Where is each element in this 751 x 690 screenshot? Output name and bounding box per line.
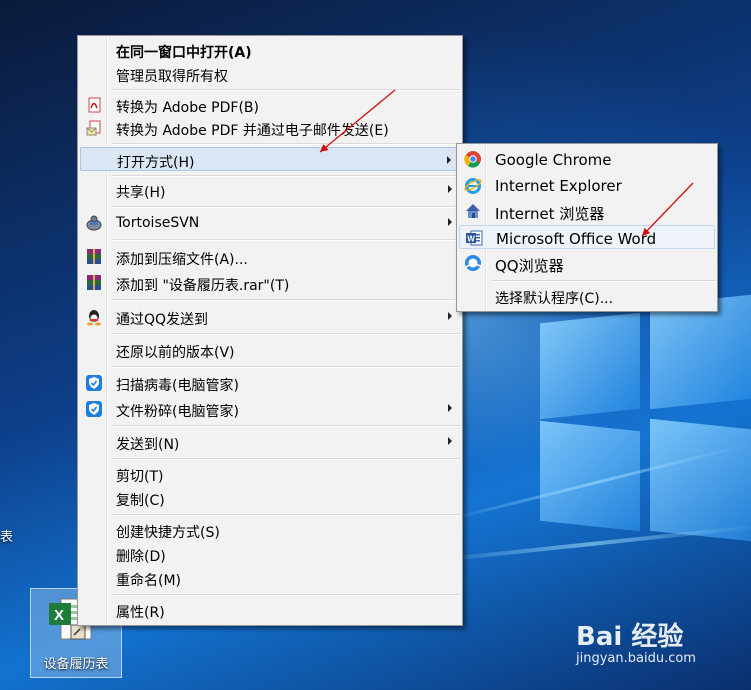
- pdf-icon: [88, 97, 101, 113]
- guard-icon: [86, 401, 102, 417]
- submenu-item-label: Internet Explorer: [495, 177, 622, 195]
- menu-item-file-shredder[interactable]: 文件粉碎(电脑管家): [80, 398, 460, 420]
- windows-logo-pane: [650, 418, 751, 542]
- ie-icon: [464, 178, 482, 194]
- menu-item-label: 文件粉碎(电脑管家): [116, 404, 239, 420]
- menu-item-label: 复制(C): [116, 493, 165, 509]
- guard-icon: [86, 375, 102, 391]
- menu-item-open-same-window[interactable]: 在同一窗口中打开(A): [80, 39, 460, 61]
- menu-separator: [112, 594, 460, 596]
- menu-item-label: 共享(H): [116, 185, 166, 201]
- submenu-item-qq-browser[interactable]: QQ浏览器: [459, 251, 715, 275]
- menu-separator: [112, 239, 460, 241]
- light-beam: [420, 524, 751, 564]
- menu-item-label: 转换为 Adobe PDF 并通过电子邮件发送(E): [116, 123, 389, 139]
- submenu-item-microsoft-word[interactable]: W Microsoft Office Word: [459, 225, 715, 249]
- submenu-item-internet-explorer[interactable]: Internet Explorer: [459, 173, 715, 197]
- submenu-item-choose-default[interactable]: 选择默认程序(C)...: [459, 284, 715, 308]
- menu-separator: [112, 366, 460, 368]
- menu-item-label: 添加到 "设备履历表.rar"(T): [116, 278, 290, 294]
- menu-item-take-ownership[interactable]: 管理员取得所有权: [80, 63, 460, 85]
- submenu-arrow-icon: [448, 312, 452, 320]
- submenu-item-google-chrome[interactable]: Google Chrome: [459, 147, 715, 171]
- menu-item-open-with[interactable]: 打开方式(H): [80, 147, 460, 171]
- menu-item-label: 转换为 Adobe PDF(B): [116, 100, 259, 116]
- menu-separator: [112, 299, 460, 301]
- menu-separator: [112, 514, 460, 516]
- desktop-label-partial: 表: [0, 530, 14, 545]
- menu-separator: [112, 89, 460, 91]
- menu-item-send-via-qq[interactable]: 通过QQ发送到: [80, 306, 460, 328]
- menu-separator: [112, 143, 460, 145]
- menu-item-label: 剪切(T): [116, 469, 164, 485]
- submenu-item-internet-browser[interactable]: Internet 浏览器: [459, 199, 715, 223]
- menu-item-properties[interactable]: 属性(R): [80, 599, 460, 621]
- menu-item-rename[interactable]: 重命名(M): [80, 567, 460, 589]
- menu-item-send-to[interactable]: 发送到(N): [80, 431, 460, 453]
- menu-item-delete[interactable]: 删除(D): [80, 543, 460, 565]
- menu-separator: [112, 425, 460, 427]
- menu-item-label: 在同一窗口中打开(A): [116, 45, 252, 61]
- menu-item-label: 创建快捷方式(S): [116, 525, 220, 541]
- menu-item-create-shortcut[interactable]: 创建快捷方式(S): [80, 519, 460, 541]
- open-with-submenu: Google Chrome Internet Explorer Internet…: [456, 143, 718, 312]
- svg-text:W: W: [467, 234, 475, 243]
- submenu-item-label: Google Chrome: [495, 151, 612, 169]
- menu-item-label: 发送到(N): [116, 437, 180, 453]
- svg-text:X: X: [54, 607, 64, 624]
- menu-item-cut[interactable]: 剪切(T): [80, 463, 460, 485]
- winrar-icon: [87, 275, 101, 290]
- watermark-main: Bai 经验: [576, 622, 684, 652]
- menu-separator: [112, 206, 460, 208]
- menu-item-label: 还原以前的版本(V): [116, 345, 235, 361]
- submenu-arrow-icon: [448, 218, 452, 226]
- menu-item-label: 扫描病毒(电脑管家): [116, 378, 239, 394]
- word-icon: W: [466, 230, 483, 246]
- menu-item-copy[interactable]: 复制(C): [80, 487, 460, 509]
- windows-logo-pane: [540, 312, 640, 420]
- menu-item-add-to-archive[interactable]: 添加到压缩文件(A)...: [80, 246, 460, 268]
- menu-item-label: 重命名(M): [116, 573, 182, 589]
- qq-browser-icon: [465, 255, 482, 271]
- pdf-mail-icon: [86, 120, 101, 136]
- context-menu: 在同一窗口中打开(A) 管理员取得所有权 转换为 Adobe PDF(B) 转换…: [77, 35, 463, 626]
- baidu-watermark: Bai 经验 jingyan.baidu.com: [576, 616, 696, 666]
- menu-separator: [112, 458, 460, 460]
- submenu-arrow-icon: [448, 437, 452, 445]
- chrome-icon: [464, 151, 481, 168]
- menu-item-label: 通过QQ发送到: [116, 312, 209, 328]
- browser-house-icon: [466, 204, 480, 218]
- submenu-arrow-icon: [448, 404, 452, 412]
- menu-item-label: 打开方式(H): [117, 155, 195, 171]
- tortoise-icon: [86, 215, 102, 231]
- submenu-item-label: Internet 浏览器: [495, 205, 605, 223]
- menu-item-add-to-rar[interactable]: 添加到 "设备履历表.rar"(T): [80, 272, 460, 294]
- menu-item-tortoisesvn[interactable]: TortoiseSVN: [80, 212, 460, 234]
- submenu-arrow-icon: [448, 185, 452, 193]
- menu-item-label: TortoiseSVN: [116, 215, 200, 231]
- submenu-item-label: QQ浏览器: [495, 257, 564, 275]
- menu-item-convert-pdf-email[interactable]: 转换为 Adobe PDF 并通过电子邮件发送(E): [80, 117, 460, 139]
- submenu-item-label: Microsoft Office Word: [496, 230, 657, 248]
- menu-item-label: 删除(D): [116, 549, 166, 565]
- winrar-icon: [87, 249, 101, 264]
- menu-separator: [491, 280, 715, 282]
- menu-item-restore-previous[interactable]: 还原以前的版本(V): [80, 339, 460, 361]
- watermark-sub: jingyan.baidu.com: [576, 651, 696, 666]
- qq-icon: [87, 310, 101, 326]
- menu-item-label: 属性(R): [116, 605, 165, 621]
- menu-item-scan-virus[interactable]: 扫描病毒(电脑管家): [80, 372, 460, 394]
- menu-item-label: 添加到压缩文件(A)...: [116, 252, 248, 268]
- menu-item-convert-pdf[interactable]: 转换为 Adobe PDF(B): [80, 94, 460, 116]
- file-icon-label: 设备履历表: [43, 657, 109, 672]
- menu-separator: [112, 175, 460, 177]
- menu-separator: [112, 333, 460, 335]
- submenu-item-label: 选择默认程序(C)...: [495, 291, 614, 307]
- menu-item-share[interactable]: 共享(H): [80, 179, 460, 201]
- menu-item-label: 管理员取得所有权: [116, 69, 228, 85]
- submenu-arrow-icon: [447, 156, 451, 164]
